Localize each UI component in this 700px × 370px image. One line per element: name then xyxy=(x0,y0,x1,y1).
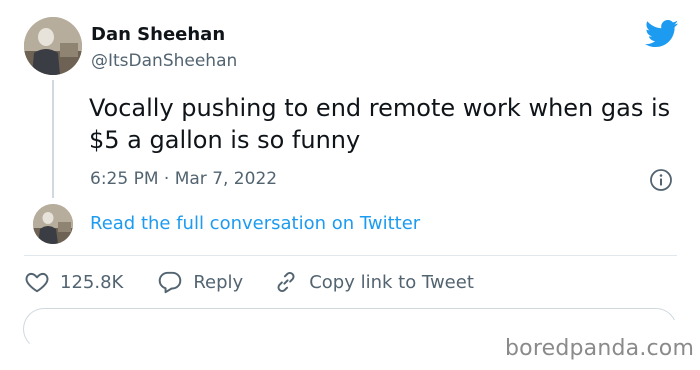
reply-bubble-icon xyxy=(159,271,182,294)
avatar-photo xyxy=(24,17,82,75)
author-handle[interactable]: @ItsDanSheehan xyxy=(91,51,237,71)
copy-link-button[interactable]: Copy link to Tweet xyxy=(273,269,474,295)
twitter-bird-icon[interactable] xyxy=(645,20,679,48)
reply-button[interactable]: Reply xyxy=(157,269,243,295)
read-full-conversation-link[interactable]: Read the full conversation on Twitter xyxy=(90,213,420,234)
tweet-text: Vocally pushing to end remote work when … xyxy=(89,94,671,154)
reply-label: Reply xyxy=(193,271,244,293)
tweet-actions: 125.8K Reply Copy link to Tweet xyxy=(24,266,474,298)
tweet-timestamp[interactable]: 6:25 PM · Mar 7, 2022 xyxy=(90,169,277,189)
author-avatar[interactable] xyxy=(24,17,82,75)
divider xyxy=(24,255,677,256)
thread-connector-line xyxy=(52,80,54,198)
avatar-photo xyxy=(33,204,73,244)
copy-link-label: Copy link to Tweet xyxy=(309,271,474,293)
conversation-avatar xyxy=(33,204,73,244)
like-button[interactable]: 125.8K xyxy=(24,269,123,295)
info-icon[interactable] xyxy=(649,168,673,192)
watermark: boredpanda.com xyxy=(505,336,695,361)
like-count: 125.8K xyxy=(60,271,124,293)
link-icon xyxy=(277,272,295,292)
author-display-name[interactable]: Dan Sheehan xyxy=(91,24,225,45)
heart-icon xyxy=(25,272,49,293)
